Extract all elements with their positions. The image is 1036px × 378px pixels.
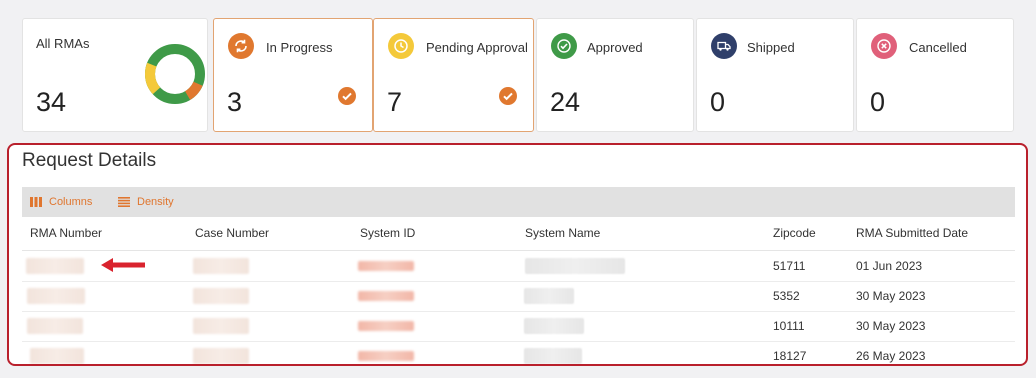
col-header-zipcode[interactable]: Zipcode — [773, 226, 816, 240]
redacted-system-name — [524, 348, 582, 364]
cell-submitted-date: 01 Jun 2023 — [856, 259, 923, 273]
redacted-case-number — [193, 288, 249, 304]
redacted-rma-number — [26, 258, 84, 274]
card-shipped[interactable]: Shipped 0 — [696, 18, 854, 132]
card-all-rmas[interactable]: All RMAs 34 — [22, 18, 208, 132]
donut-chart-icon — [145, 44, 205, 104]
redacted-system-name — [525, 258, 625, 274]
card-count: 7 — [387, 87, 403, 117]
redacted-system-id — [358, 291, 414, 301]
status-cards: All RMAs 34 In Progress 3 Pending Approv… — [22, 18, 1014, 132]
card-count: 24 — [550, 87, 581, 117]
col-header-rma-submitted-date[interactable]: RMA Submitted Date — [856, 226, 968, 240]
check-circle-icon — [551, 33, 577, 59]
cell-submitted-date: 30 May 2023 — [856, 319, 926, 333]
redacted-rma-number — [30, 348, 84, 364]
card-count: 34 — [36, 87, 67, 117]
card-label: Cancelled — [909, 40, 967, 55]
request-details-panel: Request Details Columns Density RMA Numb… — [7, 143, 1028, 366]
columns-label: Columns — [49, 196, 93, 208]
columns-icon — [30, 197, 42, 207]
redacted-system-id — [358, 261, 414, 271]
table-row[interactable]: 51711 01 Jun 2023 — [22, 251, 1015, 282]
redacted-system-id — [358, 321, 414, 331]
col-header-rma-number[interactable]: RMA Number — [30, 226, 102, 240]
card-label: Pending Approval — [426, 40, 528, 55]
density-button[interactable]: Density — [118, 196, 174, 208]
cell-submitted-date: 30 May 2023 — [856, 289, 926, 303]
redacted-case-number — [193, 318, 249, 334]
table-row[interactable]: 18127 26 May 2023 — [22, 341, 1015, 364]
density-icon — [118, 197, 130, 207]
section-title: Request Details — [22, 150, 157, 171]
table-row[interactable]: 10111 30 May 2023 — [22, 311, 1015, 342]
cell-zipcode: 5352 — [773, 289, 800, 303]
card-count: 3 — [227, 87, 243, 117]
cell-zipcode: 18127 — [773, 349, 807, 363]
card-label: All RMAs — [36, 36, 90, 51]
card-label: In Progress — [266, 40, 333, 55]
card-in-progress[interactable]: In Progress 3 — [213, 18, 373, 132]
redacted-system-name — [524, 318, 584, 334]
col-header-system-name[interactable]: System Name — [525, 226, 600, 240]
card-count: 0 — [870, 87, 886, 117]
card-label: Approved — [587, 40, 643, 55]
card-cancelled[interactable]: Cancelled 0 — [856, 18, 1014, 132]
col-header-case-number[interactable]: Case Number — [195, 226, 269, 240]
redacted-rma-number — [27, 288, 85, 304]
redacted-system-name — [524, 288, 574, 304]
card-pending-approval[interactable]: Pending Approval 7 — [373, 18, 534, 132]
checkmark-icon — [338, 87, 356, 105]
sync-icon — [228, 33, 254, 59]
col-header-system-id[interactable]: System ID — [360, 226, 415, 240]
card-count: 0 — [710, 87, 726, 117]
arrow-pointer-icon — [101, 258, 145, 272]
grid-toolbar: Columns Density — [22, 187, 1015, 217]
redacted-case-number — [193, 348, 249, 364]
redacted-system-id — [358, 351, 414, 361]
cell-zipcode: 10111 — [773, 319, 805, 333]
cell-submitted-date: 26 May 2023 — [856, 349, 926, 363]
card-approved[interactable]: Approved 24 — [536, 18, 694, 132]
checkmark-icon — [499, 87, 517, 105]
redacted-case-number — [193, 258, 249, 274]
truck-icon — [711, 33, 737, 59]
card-label: Shipped — [747, 40, 795, 55]
columns-button[interactable]: Columns — [30, 196, 92, 208]
x-circle-icon — [871, 33, 897, 59]
density-label: Density — [137, 196, 174, 208]
redacted-rma-number — [27, 318, 83, 334]
table-row[interactable]: 5352 30 May 2023 — [22, 281, 1015, 312]
table-header: RMA Number Case Number System ID System … — [22, 217, 1015, 251]
clock-icon — [388, 33, 414, 59]
cell-zipcode: 51711 — [773, 259, 806, 273]
